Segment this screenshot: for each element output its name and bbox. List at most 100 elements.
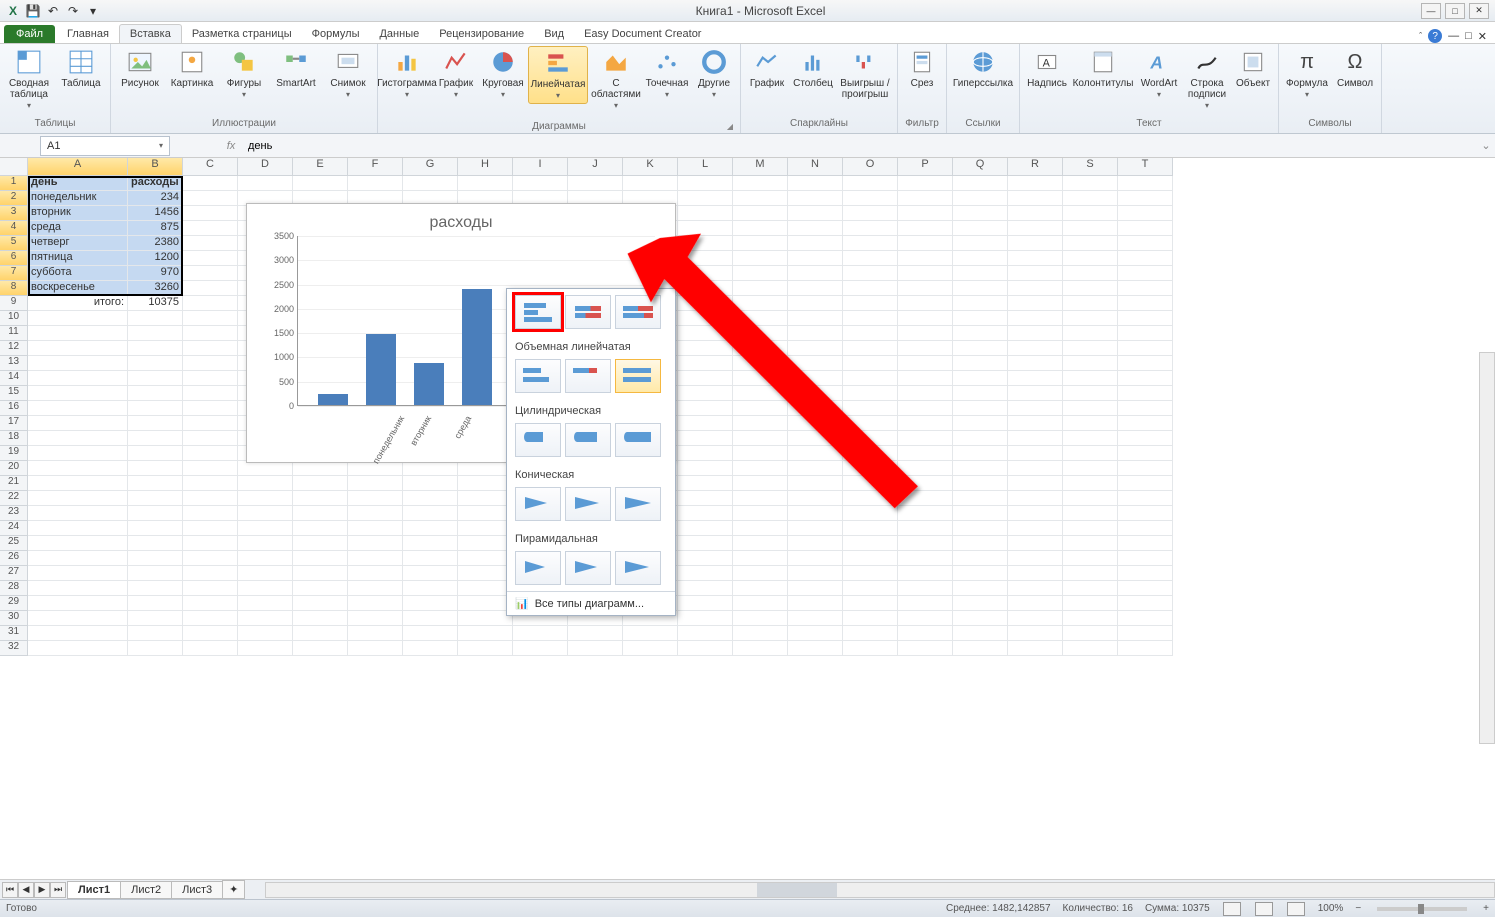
cell[interactable] [568,626,623,641]
cell[interactable] [678,551,733,566]
cell[interactable] [788,521,843,536]
cell[interactable] [183,176,238,191]
cell[interactable] [1008,401,1063,416]
row-header[interactable]: 13 [0,356,28,371]
cell[interactable] [678,521,733,536]
cell[interactable]: суббота [28,266,128,281]
cell[interactable] [183,641,238,656]
row-header[interactable]: 6 [0,251,28,266]
cell[interactable] [898,311,953,326]
cell[interactable] [953,176,1008,191]
cell[interactable] [733,341,788,356]
cell[interactable] [293,551,348,566]
cell[interactable] [733,431,788,446]
cell[interactable] [843,536,898,551]
cell[interactable] [733,311,788,326]
column-header[interactable]: I [513,158,568,176]
cell[interactable] [733,401,788,416]
row-header[interactable]: 5 [0,236,28,251]
cell[interactable] [843,446,898,461]
cell[interactable] [953,311,1008,326]
row-header[interactable]: 10 [0,311,28,326]
cell[interactable]: 1456 [128,206,183,221]
cell[interactable] [348,536,403,551]
cell[interactable] [1118,536,1173,551]
cell[interactable] [293,581,348,596]
row-header[interactable]: 28 [0,581,28,596]
cell[interactable] [28,551,128,566]
cell[interactable] [953,401,1008,416]
cell[interactable] [1118,191,1173,206]
cell[interactable] [898,236,953,251]
cell[interactable] [348,596,403,611]
cell[interactable] [733,191,788,206]
cell[interactable] [1118,416,1173,431]
cell[interactable] [788,416,843,431]
cell[interactable] [733,281,788,296]
cell[interactable] [1063,311,1118,326]
cell[interactable] [183,266,238,281]
cell[interactable] [458,596,513,611]
mdi-close-icon[interactable]: ✕ [1478,30,1487,43]
cell[interactable] [733,551,788,566]
cell[interactable] [788,311,843,326]
zoom-slider[interactable] [1377,907,1467,911]
cell[interactable] [128,626,183,641]
row-header[interactable]: 16 [0,401,28,416]
cell[interactable] [183,281,238,296]
column-header[interactable]: A [28,158,128,176]
cell[interactable] [128,356,183,371]
cell[interactable] [293,626,348,641]
cell[interactable] [733,566,788,581]
cell[interactable] [403,596,458,611]
cell[interactable] [788,626,843,641]
cell[interactable] [28,356,128,371]
cell[interactable]: вторник [28,206,128,221]
cell[interactable] [898,251,953,266]
cell[interactable] [843,476,898,491]
row-header[interactable]: 12 [0,341,28,356]
cell[interactable] [128,641,183,656]
cell[interactable] [128,536,183,551]
cell[interactable] [28,311,128,326]
cell[interactable] [898,446,953,461]
sparkline-column-button[interactable]: Столбец [791,46,835,91]
cell[interactable] [183,401,238,416]
bar-pyramid-1[interactable] [515,551,561,585]
cell[interactable] [678,266,733,281]
column-header[interactable]: F [348,158,403,176]
cell[interactable] [678,191,733,206]
cell[interactable] [1008,596,1063,611]
cell[interactable] [788,386,843,401]
cell[interactable] [1063,326,1118,341]
cell[interactable] [183,416,238,431]
column-header[interactable]: M [733,158,788,176]
cell[interactable] [1063,176,1118,191]
table-button[interactable]: Таблица [56,46,106,91]
column-header[interactable]: P [898,158,953,176]
tab-review[interactable]: Рецензирование [429,25,534,43]
cell[interactable] [1063,251,1118,266]
cell[interactable]: пятница [28,251,128,266]
row-header[interactable]: 20 [0,461,28,476]
cell[interactable]: среда [28,221,128,236]
cell[interactable] [1008,461,1063,476]
pivot-table-button[interactable]: Сводная таблица▾ [4,46,54,113]
column-header[interactable]: L [678,158,733,176]
cell[interactable] [788,341,843,356]
cell[interactable] [348,506,403,521]
cell[interactable] [1118,431,1173,446]
cell[interactable] [1118,596,1173,611]
row-header[interactable]: 3 [0,206,28,221]
column-header[interactable]: G [403,158,458,176]
cell[interactable] [953,191,1008,206]
cell[interactable]: 875 [128,221,183,236]
cell[interactable] [1063,611,1118,626]
cell[interactable] [1008,206,1063,221]
cell[interactable] [293,521,348,536]
cell[interactable] [1118,236,1173,251]
cell[interactable] [898,431,953,446]
cell[interactable] [733,521,788,536]
bar-chart-button[interactable]: Линейчатая▾ [528,46,588,104]
row-header[interactable]: 24 [0,521,28,536]
